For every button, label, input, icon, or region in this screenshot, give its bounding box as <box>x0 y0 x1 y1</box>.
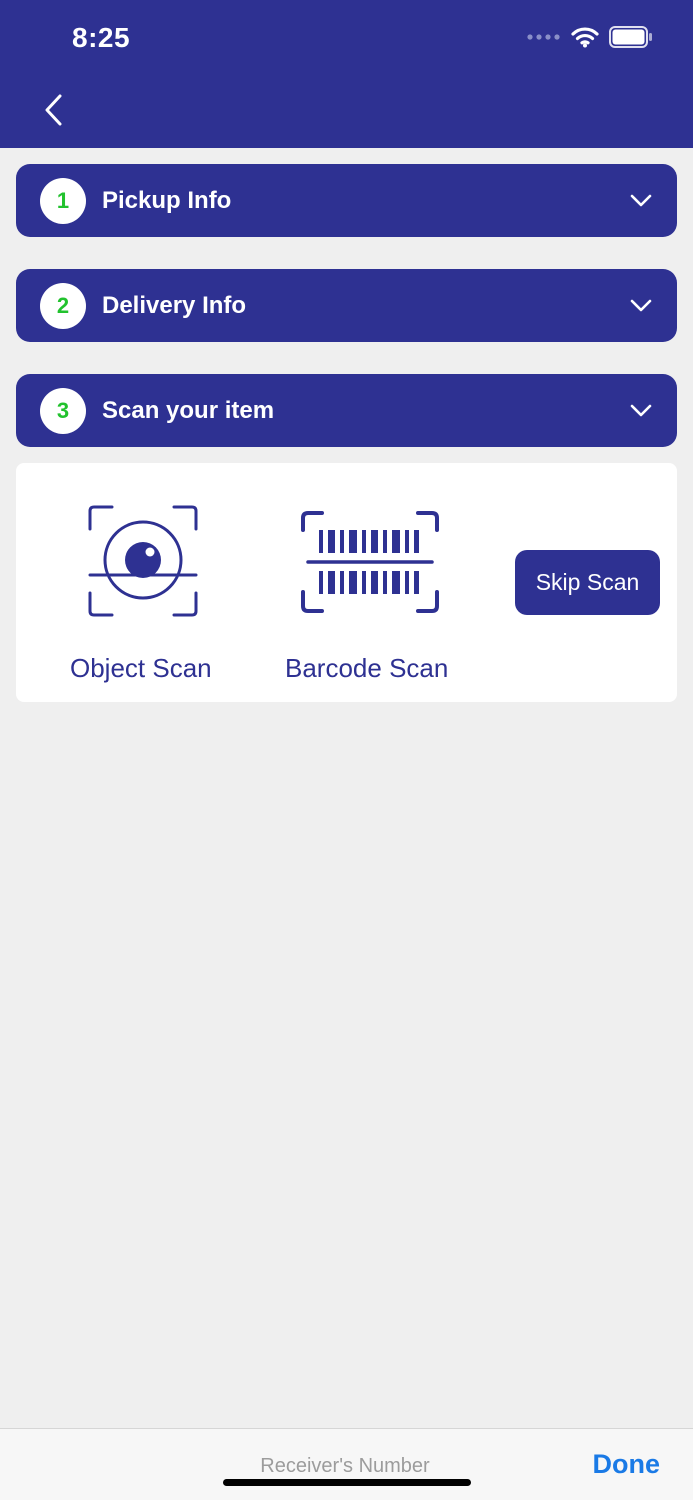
status-time: 8:25 <box>72 22 131 53</box>
step-number-badge: 3 <box>40 387 86 434</box>
step-number-badge: 2 <box>40 282 86 329</box>
section-title: Delivery Info <box>102 291 247 319</box>
section-delivery-info[interactable]: 2 Delivery Info <box>16 269 677 342</box>
status-icons <box>527 26 653 48</box>
skip-scan-button[interactable]: Skip Scan <box>515 550 660 615</box>
object-scan-label[interactable]: Object Scan <box>70 653 212 684</box>
app-header: 8:25 <box>0 0 693 148</box>
signal-icon <box>527 34 560 40</box>
barcode-scan-icon <box>301 511 439 613</box>
chevron-down-icon <box>630 404 652 417</box>
scan-options-card: Object Scan Barcode Scan Skip Scan <box>16 463 677 702</box>
battery-icon <box>609 26 652 48</box>
chevron-down-icon <box>630 194 652 207</box>
section-scan-item[interactable]: 3 Scan your item <box>16 374 677 447</box>
section-pickup-info[interactable]: 1 Pickup Info <box>16 164 677 237</box>
object-scan-icon <box>88 505 198 617</box>
chevron-down-icon <box>630 299 652 312</box>
keyboard-accessory-bar: Done <box>0 1428 693 1500</box>
barcode-scan-button[interactable] <box>300 510 440 614</box>
done-button[interactable]: Done <box>593 1449 661 1480</box>
chevron-left-icon <box>45 94 62 126</box>
receiver-number-input[interactable] <box>200 1451 490 1481</box>
home-indicator <box>223 1479 471 1486</box>
section-title: Pickup Info <box>102 186 232 214</box>
step-number-badge: 1 <box>40 177 86 224</box>
section-title: Scan your item <box>102 396 275 424</box>
back-button[interactable] <box>36 90 72 130</box>
wifi-icon <box>571 27 599 48</box>
barcode-scan-label[interactable]: Barcode Scan <box>285 653 448 684</box>
object-scan-button[interactable] <box>88 505 198 617</box>
